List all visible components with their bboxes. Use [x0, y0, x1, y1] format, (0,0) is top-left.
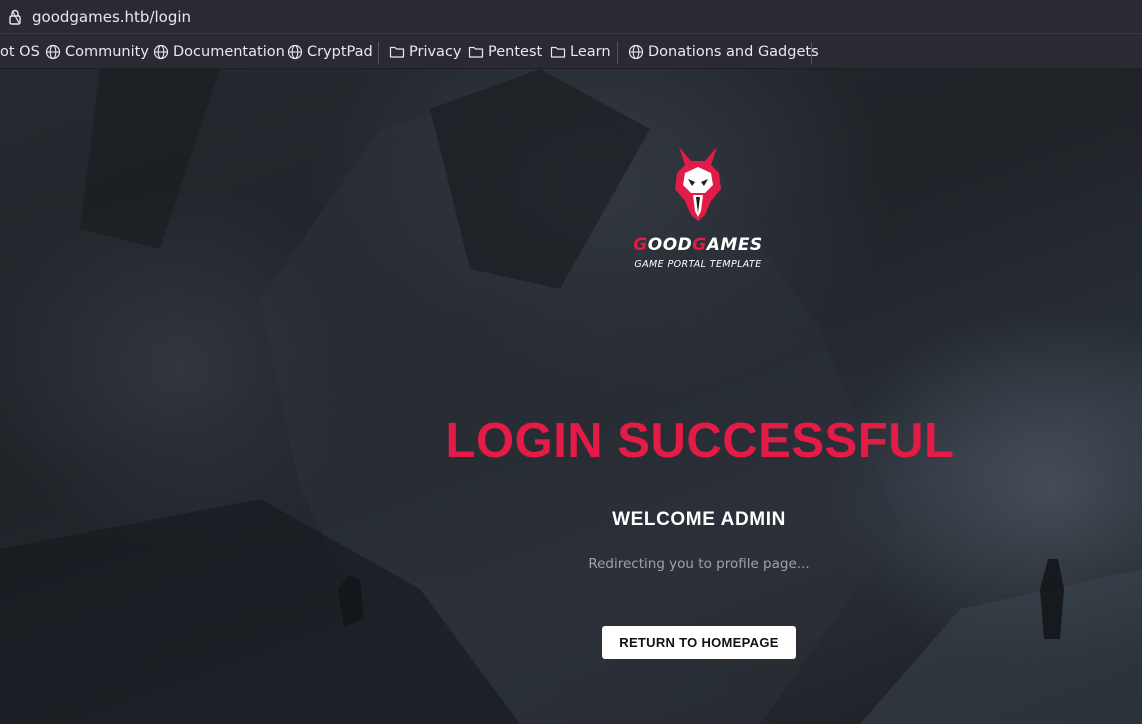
bookmark-label: Privacy — [409, 44, 462, 60]
address-bar[interactable]: goodgames.htb/login — [0, 0, 1142, 34]
globe-icon — [153, 44, 169, 60]
bookmark-documentation[interactable]: Documentation — [153, 43, 285, 61]
bookmark-label: Donations and Gadgets — [648, 44, 819, 60]
bookmark-label: Documentation — [173, 44, 285, 60]
globe-icon — [287, 44, 303, 60]
brand-name: GOODGAMES — [570, 235, 826, 255]
url-text[interactable]: goodgames.htb/login — [32, 8, 191, 26]
background-artwork — [0, 69, 1142, 724]
bookmark-folder-learn[interactable]: Learn — [550, 43, 611, 61]
redirect-notice: Redirecting you to profile page... — [588, 556, 810, 572]
bookmark-label: Pentest — [488, 44, 543, 60]
folder-icon — [389, 46, 405, 58]
bookmark-separator — [617, 42, 618, 64]
bookmark-separator — [378, 42, 379, 64]
bookmark-label: ot OS — [0, 44, 40, 60]
bookmark-label: Community — [65, 44, 149, 60]
bookmark-separator — [811, 42, 812, 64]
brand-letters: OOD — [647, 235, 693, 255]
return-to-homepage-button[interactable]: RETURN TO HOMEPAGE — [602, 626, 796, 659]
bookmark-label: CryptPad — [307, 44, 373, 60]
bookmark-os[interactable]: ot OS — [0, 43, 40, 61]
brand-letter: G — [633, 235, 648, 255]
folder-icon — [550, 46, 566, 58]
bookmark-label: Learn — [570, 44, 611, 60]
bookmark-community[interactable]: Community — [45, 43, 149, 61]
login-status-heading: LOGIN SUCCESSFUL — [445, 414, 955, 468]
globe-icon — [628, 44, 644, 60]
welcome-message: WELCOME ADMIN — [612, 509, 786, 530]
lock-icon — [9, 9, 21, 25]
page-content: GOODGAMES GAME PORTAL TEMPLATE LOGIN SUC… — [0, 69, 1142, 724]
bookmark-folder-pentest[interactable]: Pentest — [468, 43, 542, 61]
brand-letters: AMES — [706, 235, 763, 255]
globe-icon — [45, 44, 61, 60]
folder-icon — [468, 46, 484, 58]
bookmarks-bar: ot OS Community Documentation CryptPad P… — [0, 34, 1142, 69]
brand-letter: G — [692, 235, 707, 255]
bookmark-donations[interactable]: Donations and Gadgets — [628, 43, 819, 61]
bookmark-folder-privacy[interactable]: Privacy — [389, 43, 462, 61]
bookmark-cryptpad[interactable]: CryptPad — [287, 43, 373, 61]
brand-tagline: GAME PORTAL TEMPLATE — [634, 259, 762, 270]
skull-logo-icon — [675, 147, 721, 221]
